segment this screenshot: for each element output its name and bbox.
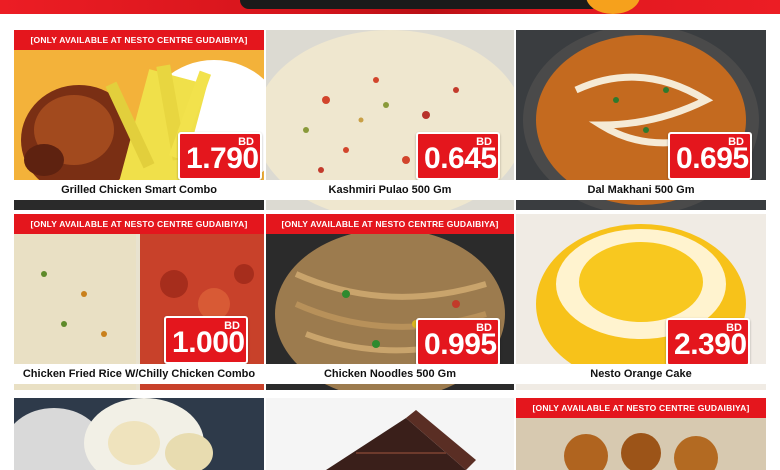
- product-card-dal-makhani[interactable]: BD 0.695 Dal Makhani 500 Gm: [516, 30, 766, 210]
- price-value: 0.645: [424, 142, 497, 175]
- product-card-kashmiri-pulao[interactable]: BD 0.645 Kashmiri Pulao 500 Gm: [266, 30, 514, 210]
- product-name: Chicken Fried Rice W/Chilly Chicken Comb…: [14, 364, 264, 384]
- chocolate-cake-image: [266, 398, 514, 470]
- product-name: Dal Makhani 500 Gm: [516, 180, 766, 200]
- product-card-chicken-noodles[interactable]: [ONLY AVAILABLE AT NESTO CENTRE GUDAIBIY…: [266, 214, 514, 390]
- product-card-chicken-fried-rice[interactable]: [ONLY AVAILABLE AT NESTO CENTRE GUDAIBIY…: [14, 214, 264, 390]
- product-card-row3-2[interactable]: [266, 398, 514, 470]
- product-grid: [ONLY AVAILABLE AT NESTO CENTRE GUDAIBIY…: [0, 0, 780, 470]
- price-value: 1.000: [172, 326, 245, 359]
- price-value: 0.995: [424, 328, 497, 361]
- price-tag: BD 1.790: [178, 132, 262, 180]
- product-card-orange-cake[interactable]: BD 2.390 Nesto Orange Cake: [516, 214, 766, 390]
- price-tag: BD 0.995: [416, 318, 500, 366]
- price-tag: BD 0.645: [416, 132, 500, 180]
- price-value: 2.390: [674, 328, 747, 361]
- price-tag: BD 2.390: [666, 318, 750, 366]
- availability-banner: [ONLY AVAILABLE AT NESTO CENTRE GUDAIBIY…: [516, 398, 766, 418]
- price-tag: BD 1.000: [164, 316, 248, 364]
- idli-image: [14, 398, 264, 470]
- price-tag: BD 0.695: [668, 132, 752, 180]
- availability-banner: [ONLY AVAILABLE AT NESTO CENTRE GUDAIBIY…: [14, 30, 264, 50]
- product-name: Nesto Orange Cake: [516, 364, 766, 384]
- product-name: Kashmiri Pulao 500 Gm: [266, 180, 514, 200]
- product-card-grilled-chicken[interactable]: [ONLY AVAILABLE AT NESTO CENTRE GUDAIBIY…: [14, 30, 264, 210]
- product-name: Grilled Chicken Smart Combo: [14, 180, 264, 200]
- product-card-row3-3[interactable]: [ONLY AVAILABLE AT NESTO CENTRE GUDAIBIY…: [516, 398, 766, 470]
- availability-banner: [ONLY AVAILABLE AT NESTO CENTRE GUDAIBIY…: [14, 214, 264, 234]
- price-value: 1.790: [186, 142, 259, 175]
- availability-banner: [ONLY AVAILABLE AT NESTO CENTRE GUDAIBIY…: [266, 214, 514, 234]
- product-name: Chicken Noodles 500 Gm: [266, 364, 514, 384]
- price-value: 0.695: [676, 142, 749, 175]
- product-card-row3-1[interactable]: [14, 398, 264, 470]
